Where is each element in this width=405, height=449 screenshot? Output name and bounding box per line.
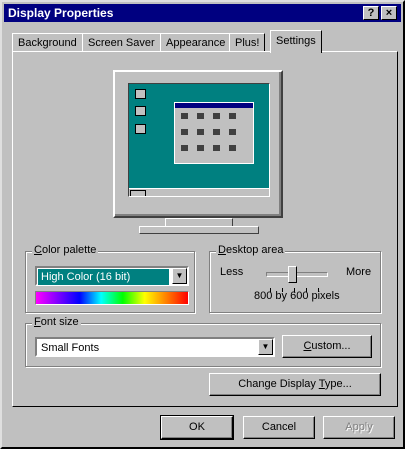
tab-settings[interactable]: Settings — [270, 30, 322, 53]
tab-strip: Background Screen Saver Appearance Plus!… — [12, 30, 392, 53]
font-size-value: Small Fonts — [41, 342, 100, 354]
preview-file-icon — [213, 113, 220, 119]
change-display-type-button[interactable]: Change Display Type... — [209, 373, 381, 396]
title-bar: Display Properties ? × — [4, 4, 401, 22]
network-icon — [135, 106, 146, 116]
chevron-down-icon[interactable]: ▼ — [172, 268, 187, 284]
preview-taskbar — [129, 188, 269, 196]
tab-plus[interactable]: Plus! — [229, 33, 266, 52]
tab-appearance[interactable]: Appearance — [160, 33, 232, 52]
cancel-button[interactable]: Cancel — [243, 416, 315, 439]
preview-file-icon — [197, 113, 204, 119]
preview-file-icon — [181, 145, 188, 151]
recycle-bin-icon — [135, 124, 146, 134]
color-spectrum-bar — [35, 291, 189, 305]
resolution-slider-thumb[interactable] — [287, 266, 297, 283]
display-properties-window: Display Properties ? × Background Screen… — [0, 0, 405, 449]
close-button[interactable]: × — [381, 6, 397, 20]
resolution-text: 800 by 600 pixels — [254, 290, 340, 302]
preview-file-icon — [181, 129, 188, 135]
apply-button: Apply — [323, 416, 395, 439]
preview-file-icon — [229, 129, 236, 135]
color-palette-label: Color palette — [32, 244, 99, 256]
preview-file-icon — [197, 145, 204, 151]
my-computer-icon — [135, 89, 146, 99]
tab-screen-saver[interactable]: Screen Saver — [82, 33, 161, 52]
preview-start-button — [130, 190, 146, 196]
monitor-preview-icon — [113, 70, 283, 218]
resolution-slider-track[interactable] — [266, 272, 328, 277]
font-size-group: Font size Small Fonts ▼ Custom... — [25, 316, 381, 367]
window-title: Display Properties — [8, 6, 114, 20]
preview-file-icon — [229, 145, 236, 151]
monitor-base — [139, 226, 259, 234]
preview-window-title — [175, 103, 253, 108]
preview-window — [174, 102, 254, 164]
custom-button[interactable]: Custom... — [282, 335, 372, 358]
chevron-down-icon[interactable]: ▼ — [258, 339, 273, 355]
preview-file-icon — [197, 129, 204, 135]
color-palette-select[interactable]: High Color (16 bit) ▼ — [35, 266, 189, 286]
preview-file-icon — [229, 113, 236, 119]
help-button[interactable]: ? — [363, 6, 379, 20]
settings-panel: Color palette High Color (16 bit) ▼ Desk… — [12, 51, 398, 407]
font-size-select[interactable]: Small Fonts ▼ — [35, 337, 275, 357]
more-label: More — [346, 266, 372, 278]
desktop-preview — [128, 83, 270, 197]
preview-file-icon — [181, 113, 188, 119]
desktop-area-group: Desktop area Less More 800 by 600 pixels — [209, 244, 381, 313]
preview-file-icon — [213, 129, 220, 135]
font-size-label: Font size — [32, 316, 81, 328]
desktop-area-label: Desktop area — [216, 244, 286, 256]
tab-background[interactable]: Background — [12, 33, 83, 52]
preview-file-icon — [213, 145, 220, 151]
less-label: Less — [220, 266, 244, 278]
color-palette-group: Color palette High Color (16 bit) ▼ — [25, 244, 195, 313]
ok-button[interactable]: OK — [160, 415, 234, 440]
color-palette-value: High Color (16 bit) — [38, 269, 169, 285]
